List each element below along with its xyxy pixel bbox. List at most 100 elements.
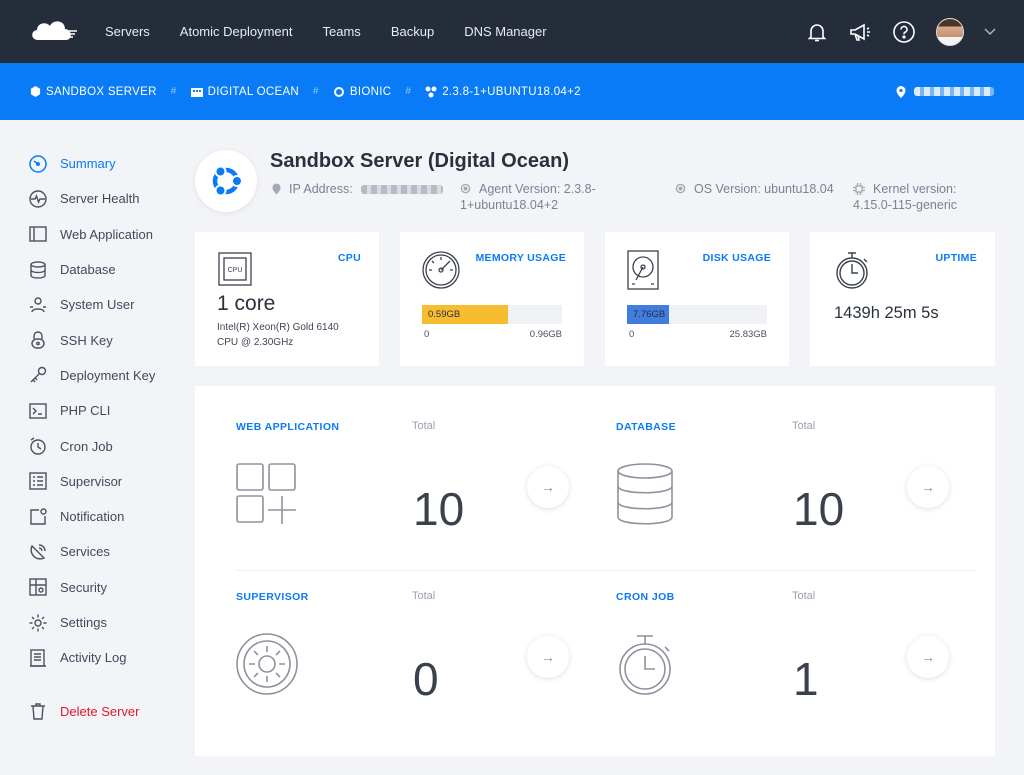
breadcrumb-separator: # (313, 86, 319, 97)
ip-address: IP Address: (272, 181, 443, 197)
trash-icon (31, 703, 45, 720)
sidebar-item-web-application[interactable]: Web Application (28, 217, 178, 252)
nav-dns-manager[interactable]: DNS Manager (464, 24, 546, 39)
agent-version: Agent Version: 2.3.8- 1+ubuntu18.04+2 (460, 181, 610, 213)
sidebar: Summary Server Health Web Application Da… (28, 146, 178, 729)
delete-server-button[interactable]: Delete Server (28, 693, 178, 728)
system-user-icon (30, 297, 46, 313)
sidebar-item-cron-job[interactable]: Cron Job (28, 428, 178, 463)
user-avatar[interactable] (936, 17, 964, 46)
stat-total-label: Total (412, 420, 436, 432)
delete-server-label: Delete Server (60, 703, 140, 719)
memory-card-title: MEMORY USAGE (475, 252, 566, 264)
chevron-down-icon[interactable] (984, 27, 996, 36)
server-ip-indicator (896, 63, 994, 120)
main-nav: Servers Atomic Deployment Teams Backup D… (105, 0, 577, 63)
stat-value: 10 (413, 483, 465, 535)
gear-icon (29, 614, 47, 631)
web-application-stat: WEB APPLICATION Total 10 → (195, 386, 575, 556)
sidebar-item-server-health[interactable]: Server Health (28, 181, 178, 216)
gauge-icon (422, 251, 460, 289)
sidebar-item-php-cli[interactable]: PHP CLI (28, 393, 178, 428)
cpu-chip-text: CPU (228, 267, 243, 274)
disk-max: 25.83GB (729, 329, 768, 340)
stat-total-label: Total (412, 590, 436, 602)
stat-cards: CPU CPU 1 core Intel(R) Xeon(R) Gold 614… (195, 232, 995, 366)
breadcrumb-agent-label: 2.3.8-1+UBUNTU18.04+2 (442, 85, 581, 98)
disk-card: DISK USAGE 7.76GB 0 25.83GB (605, 232, 789, 366)
ip-redacted (360, 185, 443, 194)
sidebar-item-label: Summary (60, 156, 116, 172)
kernel-value: 4.15.0-115-generic (853, 198, 958, 212)
disk-usage-bar: 7.76GB (627, 305, 767, 324)
breadcrumb: SANDBOX SERVER # DIGITAL OCEAN # BIONIC … (30, 63, 581, 120)
terminal-icon (29, 403, 47, 419)
top-navbar: Servers Atomic Deployment Teams Backup D… (0, 0, 1024, 63)
cloud-logo[interactable] (28, 16, 78, 46)
agent-version-value: 1+ubuntu18.04+2 (460, 198, 559, 212)
bell-icon[interactable] (806, 21, 828, 43)
cpu-chip-icon: CPU (218, 252, 252, 286)
nav-teams[interactable]: Teams (323, 24, 361, 39)
sidebar-item-settings[interactable]: Settings (28, 605, 178, 640)
security-icon (29, 578, 47, 596)
breadcrumb-provider[interactable]: DIGITAL OCEAN (190, 86, 299, 98)
sidebar-item-database[interactable]: Database (28, 252, 178, 287)
cpu-speed: CPU @ 2.30GHz (217, 337, 294, 348)
web-application-arrow-button[interactable]: → (527, 466, 569, 508)
speedometer-icon (29, 154, 47, 173)
main-content: Sandbox Server (Digital Ocean) IP Addres… (195, 140, 995, 756)
log-icon (30, 649, 46, 667)
sidebar-item-security[interactable]: Security (28, 570, 178, 605)
sidebar-item-label: Notification (60, 509, 125, 525)
uptime-value: 1439h 25m 5s (834, 304, 939, 322)
agent-icon (425, 86, 437, 97)
nav-backup[interactable]: Backup (391, 24, 434, 39)
server-header: Sandbox Server (Digital Ocean) IP Addres… (195, 140, 995, 230)
nav-atomic-deployment[interactable]: Atomic Deployment (180, 24, 293, 39)
database-arrow-button[interactable]: → (907, 466, 949, 508)
sidebar-item-label: Security (60, 579, 107, 595)
breadcrumb-os-label: BIONIC (349, 85, 392, 98)
web-app-icon (29, 226, 47, 242)
stat-total-label: Total (792, 420, 816, 432)
cron-job-arrow-button[interactable]: → (907, 636, 949, 678)
server-breadcrumb-bar: SANDBOX SERVER # DIGITAL OCEAN # BIONIC … (0, 63, 1024, 120)
sidebar-item-supervisor[interactable]: Supervisor (28, 464, 178, 499)
sidebar-item-activity-log[interactable]: Activity Log (28, 640, 178, 675)
breadcrumb-agent[interactable]: 2.3.8-1+UBUNTU18.04+2 (425, 86, 581, 98)
sidebar-item-services[interactable]: Services (28, 534, 178, 569)
sidebar-item-notification[interactable]: Notification (28, 499, 178, 534)
os-icon (675, 183, 686, 194)
apps-grid-icon (236, 463, 296, 524)
megaphone-icon[interactable] (848, 21, 872, 43)
sidebar-item-summary[interactable]: Summary (28, 146, 178, 181)
checklist-icon (29, 472, 47, 491)
key-icon (30, 367, 47, 383)
stopwatch-icon (836, 252, 868, 289)
os-version: OS Version: ubuntu18.04 (675, 181, 834, 197)
clock-icon (30, 437, 46, 455)
stat-value: 10 (793, 483, 845, 535)
sidebar-item-label: Cron Job (60, 438, 113, 454)
breadcrumb-os[interactable]: BIONIC (333, 86, 391, 98)
breadcrumb-separator: # (170, 86, 177, 97)
uptime-card: UPTIME 1439h 25m 5s (810, 232, 995, 366)
uptime-card-title: UPTIME (935, 252, 977, 264)
os-version-label: OS Version: ubuntu18.04 (694, 182, 834, 196)
sidebar-item-deployment-key[interactable]: Deployment Key (28, 358, 178, 393)
cpu-detail: Intel(R) Xeon(R) Gold 6140 CPU @ 2.30GHz (217, 320, 339, 350)
kernel-label: Kernel version: (873, 182, 957, 196)
memory-card: MEMORY USAGE 0.59GB 0 0.96GB (400, 232, 584, 366)
sidebar-item-system-user[interactable]: System User (28, 287, 178, 322)
sidebar-item-label: Services (60, 544, 110, 560)
sidebar-item-label: Supervisor (60, 473, 123, 489)
stat-total-label: Total (792, 590, 816, 602)
sidebar-item-ssh-key[interactable]: SSH Key (28, 322, 178, 357)
nav-servers[interactable]: Servers (105, 24, 150, 39)
sidebar-item-label: PHP CLI (60, 403, 111, 419)
help-icon[interactable] (892, 20, 916, 44)
memory-usage-bar: 0.59GB (422, 305, 562, 324)
breadcrumb-server[interactable]: SANDBOX SERVER (30, 86, 157, 98)
supervisor-arrow-button[interactable]: → (527, 636, 569, 678)
